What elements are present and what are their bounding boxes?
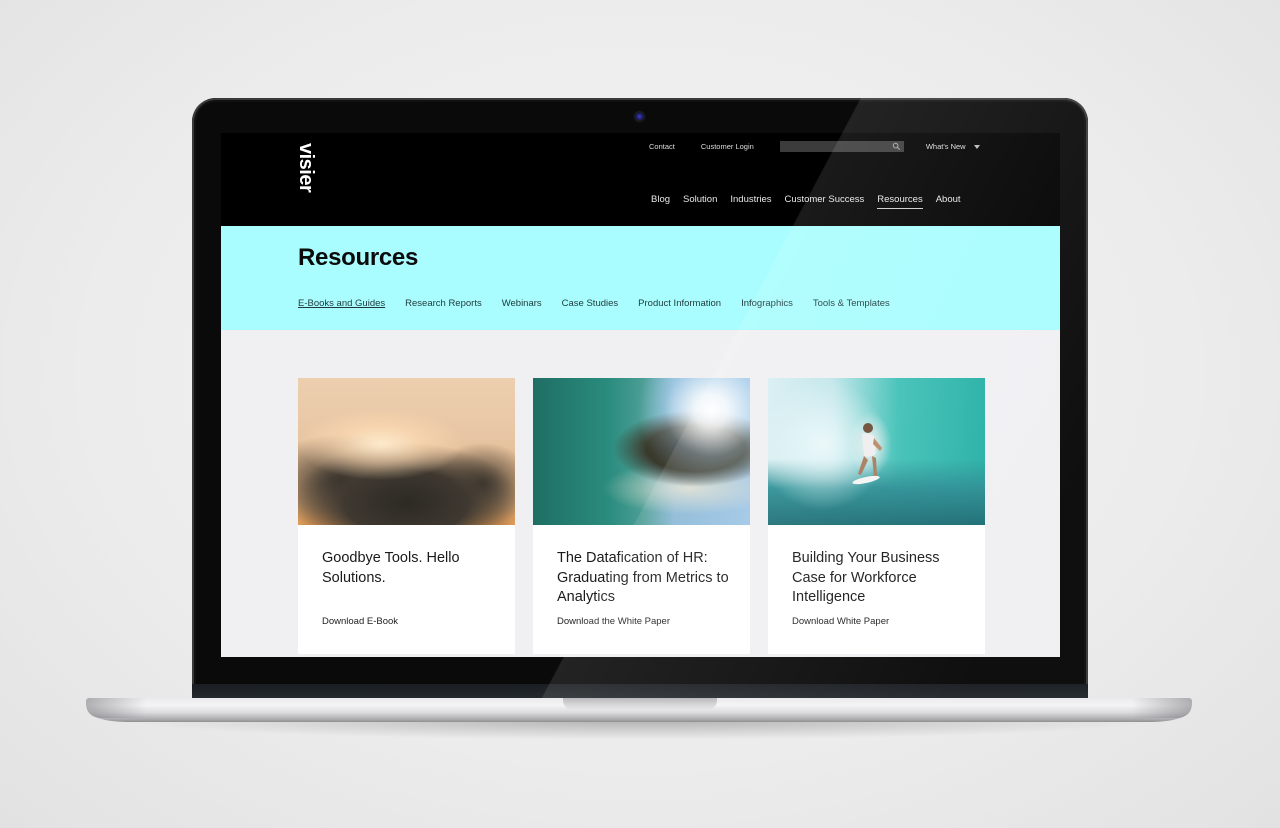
download-white-paper-link[interactable]: Download the White Paper <box>557 616 670 627</box>
card-title[interactable]: Building Your Business Case for Workforc… <box>792 549 972 608</box>
download-ebook-link[interactable]: Download E-Book <box>322 616 398 627</box>
visier-logo[interactable]: visier <box>294 143 317 192</box>
subnav-infographics[interactable]: Infographics <box>741 298 793 309</box>
main-nav: Blog Solution Industries Customer Succes… <box>651 194 974 209</box>
page-title: Resources <box>298 244 419 271</box>
hero-band: Resources E-Books and Guides Research Re… <box>221 226 1060 330</box>
nav-solution[interactable]: Solution <box>683 194 717 209</box>
utility-nav: Contact Customer Login What's New <box>649 141 980 152</box>
nav-resources[interactable]: Resources <box>877 194 923 209</box>
subnav-research-reports[interactable]: Research Reports <box>405 298 482 309</box>
whats-new-label: What's New <box>925 142 966 151</box>
card-title[interactable]: Goodbye Tools. Hello Solutions. <box>322 549 502 588</box>
download-white-paper-link[interactable]: Download White Paper <box>792 616 889 627</box>
webcam-icon <box>635 112 644 121</box>
laptop-shadow <box>120 720 1160 740</box>
search-box <box>779 141 904 152</box>
card-image-surfer[interactable] <box>768 378 985 525</box>
card-image-wave[interactable] <box>533 378 750 525</box>
whats-new-dropdown[interactable]: What's New <box>926 142 980 151</box>
laptop-screen: visier Contact Customer Login What's New… <box>221 133 1060 657</box>
nav-customer-success[interactable]: Customer Success <box>785 194 865 209</box>
site-header: visier Contact Customer Login What's New… <box>221 133 1060 226</box>
resource-card[interactable]: The Datafication of HR: Graduating from … <box>533 378 750 654</box>
nav-industries[interactable]: Industries <box>730 194 771 209</box>
subnav-case-studies[interactable]: Case Studies <box>562 298 619 309</box>
search-icon[interactable] <box>892 142 901 151</box>
card-title[interactable]: The Datafication of HR: Graduating from … <box>557 549 737 608</box>
resource-card[interactable]: Goodbye Tools. Hello Solutions. Download… <box>298 378 515 654</box>
laptop-opening-notch <box>563 698 717 710</box>
card-image-clouds[interactable] <box>298 378 515 525</box>
nav-about[interactable]: About <box>936 194 961 209</box>
customer-login-link[interactable]: Customer Login <box>701 142 754 151</box>
contact-link[interactable]: Contact <box>649 142 675 151</box>
subnav-webinars[interactable]: Webinars <box>502 298 542 309</box>
resource-card[interactable]: Building Your Business Case for Workforc… <box>768 378 985 654</box>
resource-subnav: E-Books and Guides Research Reports Webi… <box>298 298 910 309</box>
subnav-ebooks-guides[interactable]: E-Books and Guides <box>298 298 385 309</box>
subnav-tools-templates[interactable]: Tools & Templates <box>813 298 890 309</box>
surfer-figure <box>852 423 882 485</box>
nav-blog[interactable]: Blog <box>651 194 670 209</box>
caret-down-icon <box>973 144 980 149</box>
subnav-product-information[interactable]: Product Information <box>638 298 721 309</box>
search-input[interactable] <box>779 141 898 152</box>
